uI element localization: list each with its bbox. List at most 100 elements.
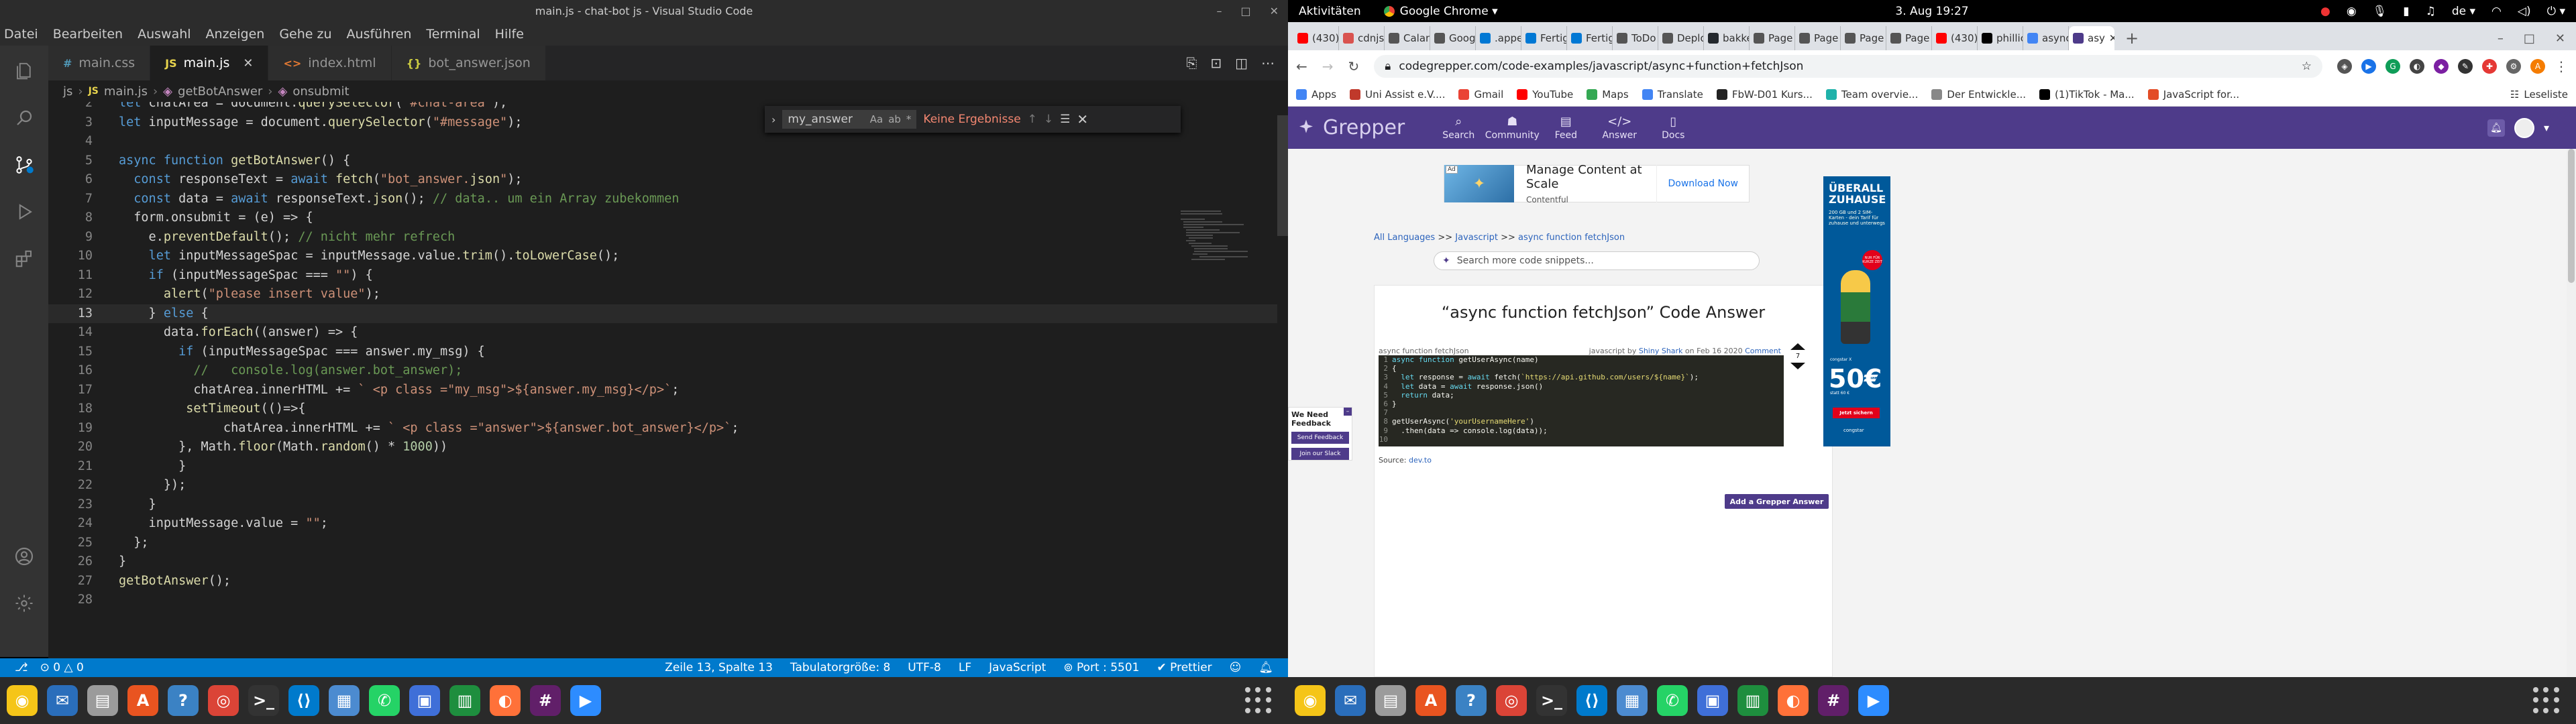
- software-icon[interactable]: A: [127, 685, 158, 716]
- code-line[interactable]: 14 data.forEach((answer) => {: [48, 323, 1288, 343]
- whatsapp-icon[interactable]: ✆: [1657, 685, 1688, 716]
- breadcrumb-item[interactable]: onsubmit: [292, 84, 349, 99]
- close-window-button[interactable]: ✕: [2555, 32, 2565, 46]
- volume-icon[interactable]: ◁): [2518, 5, 2531, 18]
- code-line[interactable]: 4: [48, 132, 1288, 152]
- close-icon[interactable]: ✕: [243, 56, 253, 70]
- documents-icon[interactable]: ▦: [1617, 685, 1648, 716]
- app-menu[interactable]: Google Chrome ▾: [1383, 5, 1498, 18]
- whole-word-icon[interactable]: ab: [888, 113, 901, 125]
- close-window-button[interactable]: ✕: [1270, 5, 1279, 17]
- breadcrumb-link[interactable]: async function fetchJson: [1518, 233, 1625, 243]
- code-line[interactable]: 18 setTimeout(()=>{: [48, 400, 1288, 419]
- line-ending[interactable]: LF: [959, 661, 971, 674]
- code-line[interactable]: 15 if (inputMessageSpac === answer.my_ms…: [48, 343, 1288, 362]
- browser-tab[interactable]: Page: [1795, 26, 1841, 50]
- tab-bot-answer-json[interactable]: {} bot_answer.json: [391, 46, 546, 80]
- extension-icon[interactable]: ◈: [2337, 59, 2352, 74]
- menu-terminal[interactable]: Terminal: [426, 27, 480, 42]
- browser-tab[interactable]: asy ✕: [2069, 26, 2114, 50]
- add-answer-button[interactable]: Add a Grepper Answer: [1725, 494, 1829, 509]
- remote-icon[interactable]: ⎇: [15, 661, 28, 674]
- tray-app-icon[interactable]: ♫: [2426, 5, 2436, 18]
- find-input[interactable]: my_answer Aa ab *: [782, 110, 917, 129]
- code-line[interactable]: 10 let inputMessageSpac = inputMessage.v…: [48, 247, 1288, 266]
- code-line[interactable]: 27 getBotAnswer();: [48, 572, 1288, 591]
- code-line[interactable]: 19 chatArea.innerHTML += ` <p class ="an…: [48, 419, 1288, 438]
- terminal-icon[interactable]: >_: [1536, 685, 1567, 716]
- close-icon[interactable]: ✕: [2109, 32, 2114, 44]
- extension-icon[interactable]: G: [2385, 59, 2400, 74]
- record-indicator-icon[interactable]: ●: [2320, 5, 2330, 18]
- code-line[interactable]: 20 }, Math.floor(Math.random() * 1000)): [48, 438, 1288, 457]
- breadcrumb-item[interactable]: getBotAnswer: [178, 84, 262, 99]
- search-icon[interactable]: [8, 102, 40, 134]
- clock[interactable]: 3. Aug 19:27: [1895, 5, 1968, 18]
- reading-list-button[interactable]: ☷ Leseliste: [2510, 88, 2568, 101]
- settings-gear-icon[interactable]: [8, 587, 40, 619]
- live-server-port[interactable]: ⊚ Port : 5501: [1063, 661, 1139, 674]
- maximize-button[interactable]: □: [1240, 5, 1250, 17]
- breadcrumb-link[interactable]: All Languages: [1374, 233, 1435, 243]
- problems-count[interactable]: ⊙ 0 △ 0: [40, 661, 84, 674]
- activities-button[interactable]: Aktivitäten: [1299, 5, 1361, 18]
- address-bar[interactable]: 🔒︎ codegrepper.com/code-examples/javascr…: [1374, 55, 2322, 78]
- menu-run[interactable]: Ausführen: [347, 27, 412, 42]
- code-line[interactable]: 11 if (inputMessageSpac === "") {: [48, 266, 1288, 286]
- firefox-icon[interactable]: ◐: [490, 685, 521, 716]
- prettier-status[interactable]: ✔ Prettier: [1157, 661, 1212, 674]
- nav-docs[interactable]: ▯ Docs: [1646, 115, 1700, 141]
- send-feedback-button[interactable]: Send Feedback: [1291, 432, 1349, 444]
- browser-tab[interactable]: Page: [1886, 26, 1932, 50]
- menu-selection[interactable]: Auswahl: [138, 27, 191, 42]
- bookmark-item[interactable]: JavaScript for...: [2147, 88, 2239, 101]
- avatar[interactable]: [2514, 117, 2534, 138]
- scrollbar-thumb[interactable]: [1277, 115, 1288, 236]
- extension-icon[interactable]: ✎: [2458, 59, 2473, 74]
- minimize-button[interactable]: –: [2498, 32, 2504, 46]
- nav-answer[interactable]: </> Answer: [1593, 115, 1646, 141]
- files-icon[interactable]: ▤: [87, 685, 118, 716]
- code-line[interactable]: 16 // console.log(answer.bot_answer);: [48, 361, 1288, 381]
- arrow-up-icon[interactable]: ↑: [1028, 113, 1037, 126]
- browser-tab[interactable]: Deplo: [1658, 26, 1704, 50]
- show-applications-icon[interactable]: [1245, 687, 1272, 714]
- code-line[interactable]: 8 form.onsubmit = (e) => {: [48, 208, 1288, 228]
- trello-icon[interactable]: ▣: [409, 685, 440, 716]
- browser-tab[interactable]: Fertig: [1521, 26, 1567, 50]
- power-icon[interactable]: ⏻ ▾: [2547, 5, 2565, 18]
- documents-icon[interactable]: ▦: [329, 685, 360, 716]
- forward-icon[interactable]: →: [1322, 58, 1334, 74]
- code-line[interactable]: 21 }: [48, 457, 1288, 477]
- tab-main-css[interactable]: # main.css: [48, 46, 151, 80]
- editor-scrollbar[interactable]: [1277, 102, 1288, 658]
- browser-tab[interactable]: cdnjs: [1339, 26, 1385, 50]
- extensions-icon[interactable]: [8, 243, 40, 275]
- language-indicator[interactable]: de ▾: [2452, 5, 2475, 18]
- chevron-right-icon[interactable]: ›: [771, 113, 775, 126]
- code-line[interactable]: 28: [48, 591, 1288, 610]
- page-scrollbar[interactable]: [2567, 149, 2576, 677]
- profile-avatar[interactable]: A: [2530, 59, 2545, 74]
- tray-app-icon[interactable]: ▮: [2403, 5, 2409, 18]
- vscode-icon[interactable]: ⟨⟩: [288, 685, 319, 716]
- new-tab-button[interactable]: +: [2114, 26, 2149, 50]
- code-editor[interactable]: 2 let chatArea = document.querySelector("…: [48, 102, 1288, 658]
- lock-icon[interactable]: 🔒︎: [1385, 60, 1391, 73]
- extension-icon[interactable]: ▶: [2361, 59, 2376, 74]
- code-line[interactable]: 13 } else {: [48, 304, 1288, 323]
- bookmark-item[interactable]: Gmail: [1458, 88, 1503, 101]
- chrome-menu-icon[interactable]: ⋮: [2555, 58, 2568, 74]
- bookmark-item[interactable]: YouTube: [1517, 88, 1573, 101]
- browser-tab[interactable]: async: [2023, 26, 2069, 50]
- rhythmbox-icon[interactable]: ◉: [1295, 685, 1326, 716]
- browser-tab[interactable]: bakke: [1704, 26, 1750, 50]
- puzzle-icon[interactable]: ⚙: [2506, 59, 2521, 74]
- terminal-icon[interactable]: >_: [248, 685, 279, 716]
- source-link[interactable]: dev.to: [1409, 456, 1432, 465]
- nav-community[interactable]: ☗ Community: [1485, 115, 1540, 141]
- menu-edit[interactable]: Bearbeiten: [53, 27, 123, 42]
- bookmark-item[interactable]: Der Entwickle...: [1931, 88, 2026, 101]
- maximize-button[interactable]: □: [2524, 32, 2535, 46]
- join-slack-button[interactable]: Join our Slack: [1291, 448, 1349, 460]
